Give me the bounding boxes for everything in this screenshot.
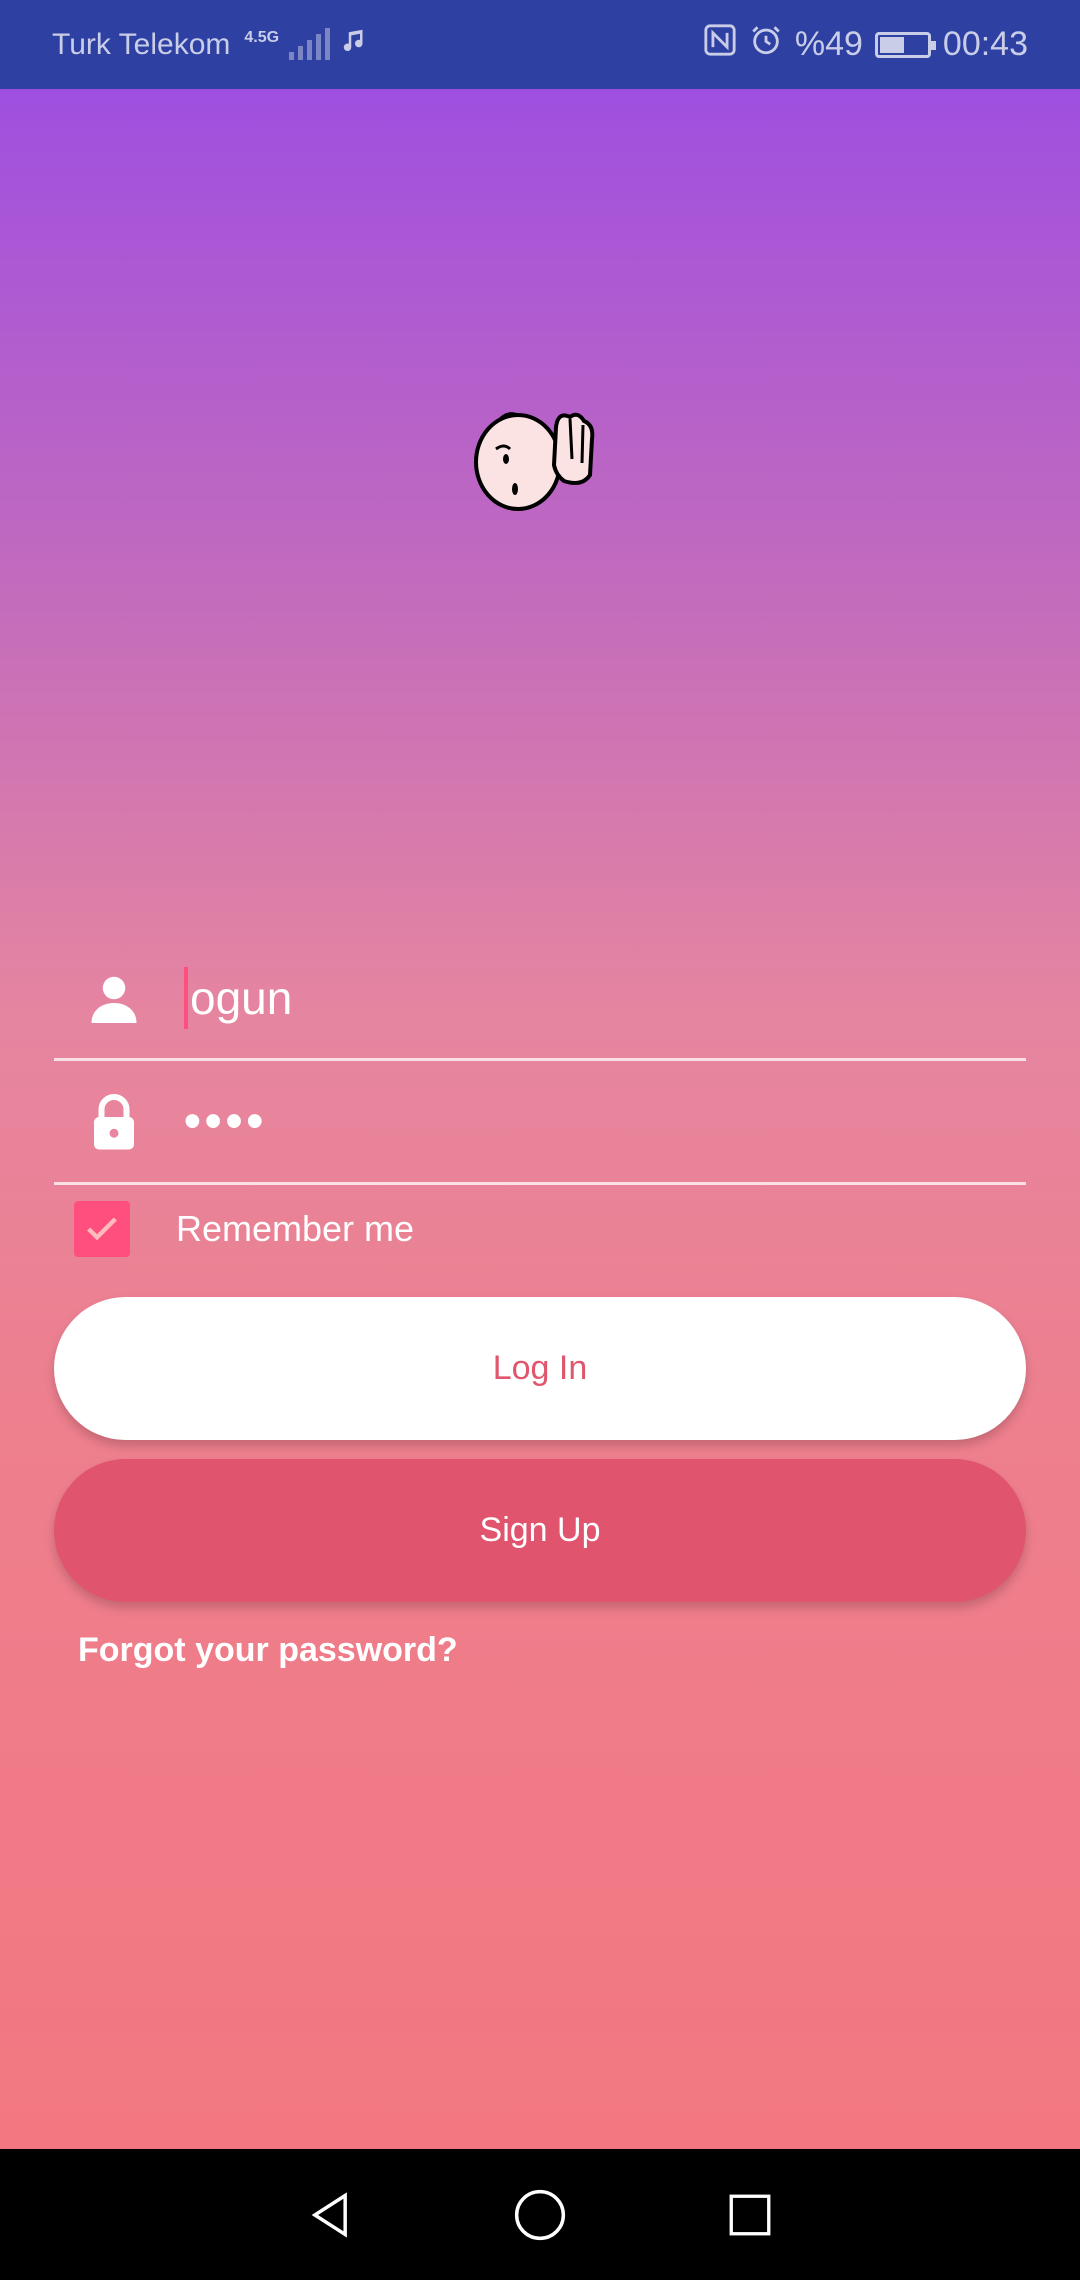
- forgot-password-link[interactable]: Forgot your password?: [78, 1631, 458, 1670]
- home-icon[interactable]: [510, 2185, 570, 2245]
- clock: 00:43: [942, 25, 1028, 63]
- login-screen: ogun •••• Remember me Log In Sign Up For…: [0, 89, 1080, 2149]
- carrier-name: Turk Telekom: [52, 27, 231, 61]
- network-type: 4.5G: [244, 28, 280, 46]
- user-icon: [84, 968, 144, 1028]
- signup-button[interactable]: Sign Up: [54, 1459, 1026, 1602]
- remember-checkbox[interactable]: [74, 1201, 130, 1257]
- navigation-bar: [0, 2149, 1080, 2280]
- remember-me[interactable]: Remember me: [74, 1201, 414, 1257]
- username-input[interactable]: ogun: [184, 966, 293, 1029]
- password-value: ••••: [184, 1095, 268, 1148]
- battery-percent: %49: [794, 25, 863, 63]
- login-button[interactable]: Log In: [54, 1297, 1026, 1440]
- status-right: %49 00:43: [703, 23, 1028, 66]
- music-note-icon: [340, 26, 370, 64]
- lock-icon: [84, 1092, 144, 1152]
- username-field[interactable]: ogun: [54, 937, 1026, 1061]
- alarm-icon: [749, 23, 783, 66]
- recents-icon[interactable]: [720, 2185, 780, 2245]
- password-field[interactable]: ••••: [54, 1061, 1026, 1185]
- password-input[interactable]: ••••: [184, 1094, 267, 1149]
- username-value: ogun: [190, 971, 293, 1024]
- signal-icon: [289, 27, 331, 60]
- remember-label: Remember me: [176, 1208, 415, 1249]
- status-left: Turk Telekom 4.5G: [52, 26, 370, 64]
- back-icon[interactable]: [300, 2185, 360, 2245]
- check-icon: [87, 1217, 117, 1241]
- app-logo-icon: [470, 405, 610, 535]
- text-cursor: [184, 966, 188, 1029]
- nfc-icon: [703, 23, 737, 66]
- status-bar: Turk Telekom 4.5G %49 00:43: [0, 0, 1080, 89]
- battery-icon: [874, 31, 936, 58]
